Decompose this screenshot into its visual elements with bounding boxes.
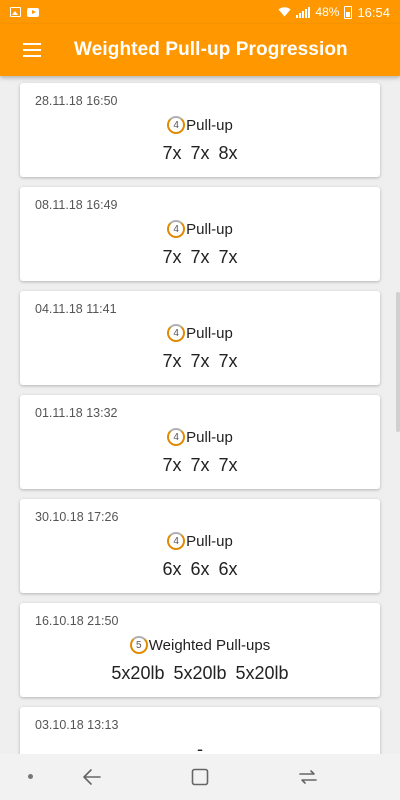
battery-icon [344,5,353,19]
clock: 16:54 [357,4,390,20]
workout-date: 03.10.18 13:13 [35,718,119,732]
app-bar: Weighted Pull-up Progression [0,24,400,76]
workout-sets: 7x 7x 8x [162,143,238,163]
workout-card[interactable]: 03.10.18 13:13 - [20,707,380,754]
workout-exercise: 4 Pull-up [20,116,380,134]
exercise-name: Pull-up [186,116,233,134]
status-left [10,7,39,17]
workout-date: 04.11.18 11:41 [35,302,117,316]
workout-list[interactable]: 28.11.18 16:50 4 Pull-up 7x 7x 8x 08.11.… [0,76,400,754]
workout-sets: 7x 7x 7x [162,455,238,475]
scrollbar[interactable] [396,292,400,432]
level-badge-icon: 4 [167,324,186,342]
signal-icon [296,6,311,18]
menu-button[interactable] [0,24,64,76]
workout-card[interactable]: 04.11.18 11:41 4 Pull-up 7x 7x 7x [20,291,380,385]
workout-sets: - [197,739,203,754]
hamburger-menu-icon [23,43,41,57]
workout-exercise: 4 Pull-up [20,428,380,446]
exercise-name: Pull-up [186,324,233,342]
recents-icon[interactable] [296,766,320,788]
exercise-name: Pull-up [186,532,233,550]
level-badge-icon: 5 [129,636,148,654]
home-square-icon[interactable] [191,768,209,786]
exercise-name: Weighted Pull-ups [148,636,271,654]
level-badge-icon: 4 [167,220,186,238]
workout-exercise: 4 Pull-up [20,220,380,238]
level-badge-icon: 4 [167,116,186,134]
workout-card[interactable]: 28.11.18 16:50 4 Pull-up 7x 7x 8x [20,83,380,177]
level-badge-icon: 4 [167,532,186,550]
workout-card[interactable]: 08.11.18 16:49 4 Pull-up 7x 7x 7x [20,187,380,281]
workout-date: 01.11.18 13:32 [35,406,118,420]
exercise-name: Pull-up [186,428,233,446]
workout-sets: 6x 6x 6x [162,559,238,579]
level-badge-icon: 4 [167,428,186,446]
workout-sets: 7x 7x 7x [162,351,238,371]
workout-card[interactable]: 16.10.18 21:50 5 Weighted Pull-ups 5x20l… [20,603,380,697]
status-bar: 48% 16:54 [0,0,400,24]
nav-dot-icon[interactable] [28,774,33,779]
workout-exercise: 4 Pull-up [20,324,380,342]
workout-date: 16.10.18 21:50 [35,614,119,628]
navigation-bar [0,754,400,800]
gallery-icon [10,7,21,17]
workout-exercise: 4 Pull-up [20,532,380,550]
workout-sets: 7x 7x 7x [162,247,238,267]
page-title: Weighted Pull-up Progression [74,39,348,60]
wifi-icon [278,6,291,19]
workout-card[interactable]: 01.11.18 13:32 4 Pull-up 7x 7x 7x [20,395,380,489]
status-right: 48% 16:54 [278,5,390,20]
workout-date: 08.11.18 16:49 [35,198,118,212]
workout-exercise: 5 Weighted Pull-ups [20,636,380,654]
exercise-name: Pull-up [186,220,233,238]
back-arrow-icon[interactable] [80,766,104,788]
battery-percent: 48% [315,5,340,19]
workout-date: 28.11.18 16:50 [35,94,118,108]
workout-card[interactable]: 30.10.18 17:26 4 Pull-up 6x 6x 6x [20,499,380,593]
youtube-icon [27,7,39,17]
workout-sets: 5x20lb 5x20lb 5x20lb [111,663,289,683]
workout-date: 30.10.18 17:26 [35,510,119,524]
